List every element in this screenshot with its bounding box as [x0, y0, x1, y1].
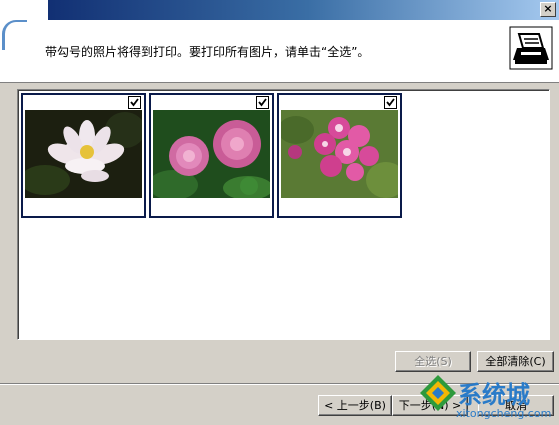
photo-checkbox[interactable] — [128, 96, 141, 109]
photo-thumbnail-lotus[interactable] — [21, 93, 146, 218]
instruction-text: 带勾号的照片将得到打印。要打印所有图片，请单击“全选”。 — [45, 45, 370, 59]
check-icon — [258, 98, 267, 107]
watermark-title: 系统城 — [458, 381, 530, 409]
check-icon — [130, 98, 139, 107]
title-bar-left — [0, 0, 48, 20]
pink-flowers-image — [153, 110, 270, 198]
check-icon — [386, 98, 395, 107]
watermark-url: xitongcheng.com — [456, 407, 552, 420]
geranium-image — [281, 110, 398, 198]
close-button[interactable]: × — [540, 2, 556, 17]
select-all-button[interactable]: 全选(S) — [395, 351, 471, 372]
printer-icon — [509, 26, 553, 70]
title-bar — [0, 0, 559, 20]
watermark-logo-icon — [420, 375, 456, 411]
watermark: 系统城 xitongcheng.com — [418, 373, 559, 425]
back-button[interactable]: < 上一步(B) — [318, 395, 392, 416]
photo-thumbnail-geranium[interactable] — [277, 93, 402, 218]
photo-checkbox[interactable] — [384, 96, 397, 109]
photo-grid[interactable] — [17, 89, 550, 340]
clear-all-button[interactable]: 全部清除(C) — [477, 351, 554, 372]
photo-thumbnail-pink-flowers[interactable] — [149, 93, 274, 218]
photo-checkbox[interactable] — [256, 96, 269, 109]
lotus-image — [25, 110, 142, 198]
swoosh-icon — [2, 20, 27, 50]
